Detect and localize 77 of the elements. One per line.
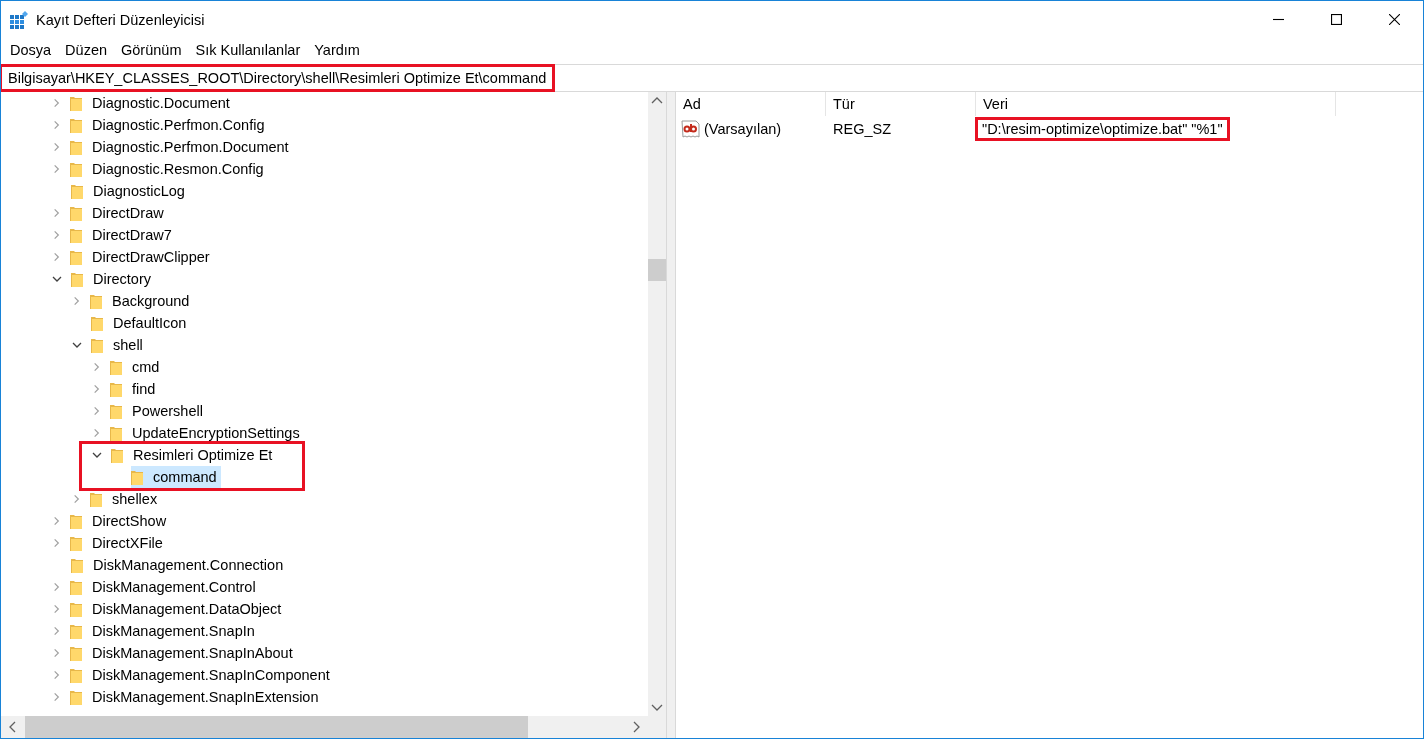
tree-item[interactable]: DirectDrawClipper <box>70 246 214 268</box>
string-value-icon <box>681 120 701 138</box>
value-type-cell-text: REG_SZ <box>832 120 892 139</box>
menu-item[interactable]: Düzen <box>58 42 115 58</box>
tree-item[interactable]: DiskManagement.Connection <box>71 554 288 576</box>
folder-icon <box>91 315 103 331</box>
folder-icon <box>70 95 82 111</box>
vertical-scrollbar[interactable] <box>648 92 666 716</box>
tree-item[interactable]: cmd <box>110 356 164 378</box>
tree-item[interactable]: DirectDraw7 <box>70 224 176 246</box>
folder-icon <box>70 227 82 243</box>
folder-icon <box>70 601 82 617</box>
folder-icon <box>71 557 83 573</box>
menu-item[interactable]: Sık Kullanılanlar <box>188 42 308 58</box>
menu-item[interactable]: Yardım <box>307 42 367 58</box>
folder-icon <box>91 337 103 353</box>
tree-item[interactable]: Diagnostic.Perfmon.Config <box>70 114 269 136</box>
column-header[interactable]: Veri <box>976 92 1336 116</box>
folder-icon <box>90 293 102 309</box>
tree-item[interactable]: Resimleri Optimize Et <box>111 444 277 466</box>
tree-item[interactable]: Diagnostic.Perfmon.Document <box>70 136 293 158</box>
folder-icon <box>71 183 83 199</box>
maximize-icon <box>1330 14 1342 25</box>
tree-item[interactable]: DirectShow <box>70 510 171 532</box>
folder-icon <box>110 425 122 441</box>
close-icon <box>1388 14 1400 25</box>
folder-icon <box>70 689 82 705</box>
tree-item[interactable]: command <box>131 466 221 488</box>
folder-icon <box>110 381 122 397</box>
folder-icon <box>70 535 82 551</box>
tree-item[interactable]: Powershell <box>110 400 207 422</box>
tree-item[interactable]: Diagnostic.Resmon.Config <box>70 158 268 180</box>
folder-icon <box>111 447 123 463</box>
tree-item[interactable]: DefaultIcon <box>91 312 191 334</box>
folder-icon <box>71 271 83 287</box>
tree-item[interactable]: DiskManagement.DataObject <box>70 598 286 620</box>
folder-icon <box>70 205 82 221</box>
folder-icon <box>70 117 82 133</box>
menu-item[interactable]: Dosya <box>3 42 59 58</box>
column-header[interactable]: Ad <box>676 92 826 116</box>
window-title: Kayıt Defteri Düzenleyicisi <box>36 11 206 28</box>
folder-icon <box>110 403 122 419</box>
tree-item[interactable]: DiagnosticLog <box>71 180 189 202</box>
folder-icon <box>70 645 82 661</box>
tree-item[interactable]: UpdateEncryptionSettings <box>110 422 304 444</box>
tree-item[interactable]: Diagnostic.Document <box>70 92 234 114</box>
tree-item[interactable]: DiskManagement.SnapInAbout <box>70 642 297 664</box>
tree-item[interactable]: shellex <box>90 488 162 510</box>
tree-item[interactable]: Background <box>90 290 194 312</box>
address-field[interactable]: Bilgisayar\HKEY_CLASSES_ROOT\Directory\shell\Resimleri Optimize Et\command <box>2 67 553 89</box>
folder-icon <box>70 667 82 683</box>
tree-item[interactable]: find <box>110 378 160 400</box>
tree-item[interactable]: DirectXFile <box>70 532 167 554</box>
value-name-cell: (Varsayılan) <box>676 116 826 142</box>
folder-icon <box>131 469 143 485</box>
tree-item[interactable]: DiskManagement.SnapInExtension <box>70 686 323 708</box>
scrollbar-thumb[interactable] <box>648 259 666 281</box>
tree-item[interactable]: DiskManagement.SnapInComponent <box>70 664 334 686</box>
value-data-cell: "D:\resim-optimize\optimize.bat" "%1" <box>978 120 1227 138</box>
folder-icon <box>90 491 102 507</box>
column-header[interactable]: Tür <box>826 92 976 116</box>
folder-icon <box>70 139 82 155</box>
folder-icon <box>70 249 82 265</box>
folder-icon <box>70 579 82 595</box>
folder-icon <box>70 623 82 639</box>
scrollbar-thumb[interactable] <box>25 716 528 738</box>
tree-item[interactable]: shell <box>91 334 147 356</box>
tree-item[interactable]: DirectDraw <box>70 202 168 224</box>
folder-icon <box>70 161 82 177</box>
tree-item[interactable]: DiskManagement.SnapIn <box>70 620 259 642</box>
folder-icon <box>110 359 122 375</box>
tree-item[interactable]: Directory <box>71 268 155 290</box>
horizontal-scrollbar[interactable] <box>1 716 648 738</box>
app-icon <box>10 10 28 29</box>
folder-icon <box>70 513 82 529</box>
tree-item[interactable]: DiskManagement.Control <box>70 576 260 598</box>
menu-item[interactable]: Görünüm <box>114 42 189 58</box>
